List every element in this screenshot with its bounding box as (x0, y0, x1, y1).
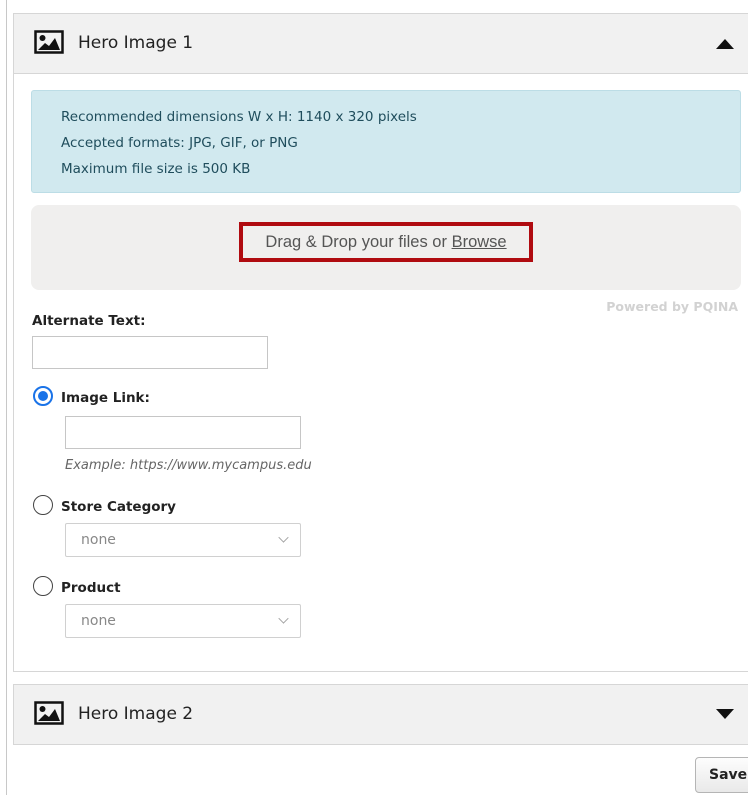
product-select[interactable]: none (65, 604, 301, 638)
file-dropzone[interactable]: Drag & Drop your files or Browse (31, 205, 741, 290)
browse-link[interactable]: Browse (452, 233, 507, 251)
store-category-label: Store Category (61, 499, 176, 515)
collapse-caret-icon[interactable] (716, 39, 734, 49)
product-value: none (81, 613, 116, 629)
product-label: Product (61, 580, 121, 596)
save-button[interactable]: Save (695, 757, 748, 793)
expand-caret-icon[interactable] (716, 709, 734, 719)
store-category-radio[interactable] (33, 495, 53, 515)
hero-image-2-header[interactable]: Hero Image 2 (13, 684, 748, 745)
dropzone-text: Drag & Drop your files or (265, 233, 452, 251)
image-link-radio[interactable] (33, 386, 53, 406)
store-category-value: none (81, 532, 116, 548)
product-radio[interactable] (33, 576, 53, 596)
image-icon (34, 701, 64, 725)
alt-text-input[interactable] (32, 336, 268, 369)
panel-title: Hero Image 1 (78, 33, 194, 53)
info-max-size: Maximum file size is 500 KB (61, 161, 251, 177)
image-link-example: Example: https://www.mycampus.edu (65, 458, 312, 473)
chevron-down-icon (278, 613, 289, 624)
alt-text-label: Alternate Text: (32, 313, 146, 329)
image-link-input[interactable] (65, 416, 301, 449)
chevron-down-icon (278, 532, 289, 543)
powered-by-label: Powered by PQINA (606, 299, 738, 314)
panel-title: Hero Image 2 (78, 704, 194, 724)
hero-image-1-panel: Hero Image 1 Recommended dimensions W x … (13, 13, 748, 672)
outer-border (6, 0, 7, 795)
hero-image-1-header[interactable]: Hero Image 1 (14, 14, 748, 74)
dropzone-label-highlight: Drag & Drop your files or Browse (239, 222, 533, 262)
image-icon (34, 30, 64, 54)
store-category-select[interactable]: none (65, 523, 301, 557)
info-formats: Accepted formats: JPG, GIF, or PNG (61, 135, 298, 151)
image-link-label: Image Link: (61, 390, 150, 406)
info-dimensions: Recommended dimensions W x H: 1140 x 320… (61, 109, 417, 125)
upload-info-box: Recommended dimensions W x H: 1140 x 320… (31, 90, 741, 193)
